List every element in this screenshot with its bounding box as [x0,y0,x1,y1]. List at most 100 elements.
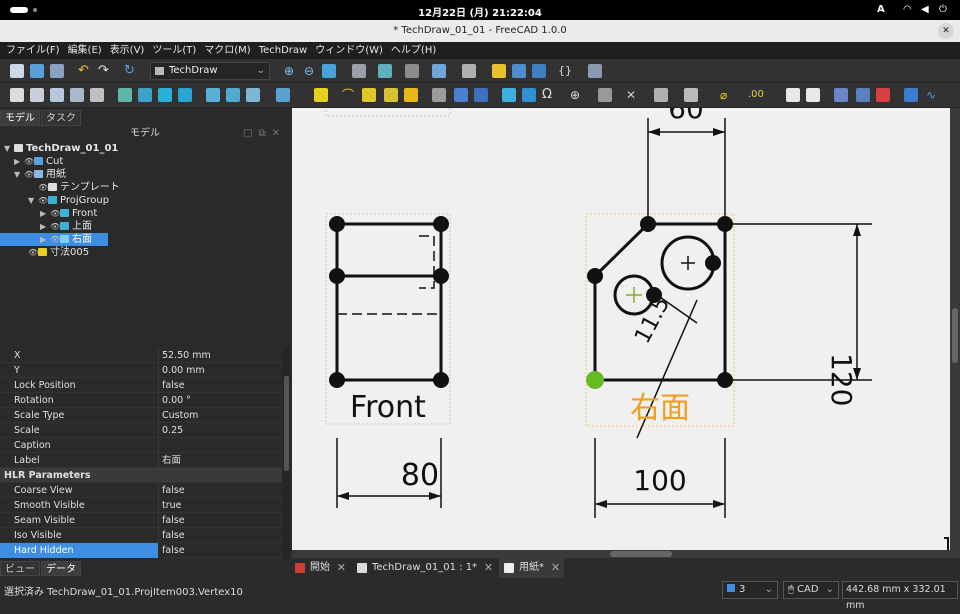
expanded-arrow-icon[interactable]: ▼ [14,168,24,181]
draw-style-icon[interactable] [378,64,392,78]
decimal-format-icon[interactable]: .00 [748,88,768,102]
tree-item-template[interactable]: 👁 テンプレート [38,181,120,194]
no-symbol-icon[interactable] [876,88,890,102]
tree-item-document[interactable]: ▼ TechDraw_01_01 [4,142,118,155]
prop-row-scale-type[interactable]: Scale Type Custom [0,408,282,423]
prop-group-hlr[interactable]: HLR Parameters [0,468,282,483]
front-view-label[interactable]: Front [350,390,426,425]
prop-value[interactable]: 0.00 ° [162,393,191,408]
selected-vertex-marker[interactable] [586,371,604,389]
prop-value[interactable]: false [162,543,185,558]
visibility-eye-icon[interactable]: 👁 [50,233,60,246]
prop-row-label[interactable]: Label 右面 [0,453,282,468]
right-view[interactable]: 11.5 右面 60 120 100 [585,108,872,518]
prop-value[interactable]: 右面 [162,453,181,468]
doc-tab-model[interactable]: TechDraw_01_01 : 1* ✕ [352,558,497,578]
dimension-text-100[interactable]: 100 [633,464,686,497]
tab-tasks[interactable]: タスク [41,110,81,126]
annotation-icon[interactable] [904,88,918,102]
collapsed-arrow-icon[interactable]: ▶ [40,220,50,233]
whats-this-icon[interactable] [588,64,602,78]
vertex-marker[interactable] [433,268,449,284]
centerline-icon[interactable] [474,88,488,102]
dimension-text-60[interactable]: 60 [668,108,704,125]
diameter-symbol-icon[interactable]: ⌀ [720,88,734,102]
midpoint-icon[interactable] [522,88,536,102]
length-dimension-icon[interactable] [314,88,328,102]
visibility-eye-icon[interactable]: 👁 [38,181,48,194]
tool-icon[interactable] [404,88,418,102]
menu-tools[interactable]: ツール(T) [152,42,196,59]
pin-icon[interactable] [462,64,476,78]
canvas-vertical-scrollbar[interactable] [950,108,960,550]
prop-value[interactable]: Custom [162,408,198,423]
bom-icon[interactable] [834,88,848,102]
angle-dimension-icon[interactable] [362,88,376,102]
vertex-marker[interactable] [329,372,345,388]
vertex-marker[interactable] [433,216,449,232]
prop-value[interactable]: 52.50 mm [162,348,211,363]
cosmetic-vertex-icon[interactable] [502,88,516,102]
line-style-icon[interactable] [684,88,698,102]
stack-icon[interactable] [276,88,290,102]
prop-row-caption[interactable]: Caption [0,438,282,453]
radius-dimension-icon[interactable]: ⌒ [342,88,356,102]
prop-row-hard-hidden[interactable]: Hard Hidden false [0,543,282,558]
prop-value[interactable]: false [162,528,185,543]
prop-row-iso[interactable]: Iso Visible false [0,528,282,543]
open-document-icon[interactable] [30,64,44,78]
dimension-text-80[interactable]: 80 [401,458,439,493]
prop-row-scale[interactable]: Scale 0.25 [0,423,282,438]
menu-macro[interactable]: マクロ(M) [204,42,250,59]
visibility-eye-icon[interactable]: 👁 [24,155,34,168]
front-hidden-hole[interactable] [419,235,435,289]
leader-line-icon[interactable] [454,88,468,102]
right-view-label[interactable]: 右面 [630,391,690,426]
layer-selector[interactable]: 3 ⌄ [722,581,778,599]
view-cube-icon[interactable] [322,64,336,78]
std-views-icon[interactable] [405,64,419,78]
tree-item-cut[interactable]: ▶ 👁 Cut [14,155,63,168]
insert-page-icon[interactable] [10,88,24,102]
property-scrollbar[interactable] [283,348,290,560]
chart-icon[interactable] [856,88,870,102]
measure-icon[interactable] [432,64,446,78]
vertex-marker[interactable] [587,268,603,284]
tree-item-projgroup[interactable]: ▼ 👁 ProjGroup [28,194,109,207]
visibility-eye-icon[interactable]: 👁 [28,246,38,259]
prop-value[interactable]: 0.25 [162,423,183,438]
visibility-eye-icon[interactable]: 👁 [38,194,48,207]
prop-value[interactable]: false [162,483,185,498]
dimension-text-120[interactable]: 120 [825,353,858,406]
expanded-arrow-icon[interactable]: ▼ [28,194,38,207]
hatch-icon[interactable] [598,88,612,102]
tree-item-top[interactable]: ▶ 👁 上面 [40,220,92,233]
insert-template-icon[interactable] [30,88,44,102]
visibility-eye-icon[interactable]: 👁 [50,207,60,220]
vertex-marker[interactable] [329,268,345,284]
navigation-style-selector[interactable]: 🖱 CAD ⌄ [783,581,839,599]
prop-row-x[interactable]: X 52.50 mm [0,348,282,363]
front-outline[interactable] [335,222,443,382]
pen-icon[interactable] [654,88,668,102]
prop-value[interactable]: 0.00 mm [162,363,205,378]
tab-view[interactable]: ビュー [0,561,40,576]
box-select-icon[interactable] [352,64,366,78]
prop-row-coarse[interactable]: Coarse View false [0,483,282,498]
tree-item-page[interactable]: ▼ 👁 用紙 [14,168,66,181]
visibility-eye-icon[interactable]: 👁 [50,220,60,233]
tab-model[interactable]: モデル [0,110,40,126]
vertex-marker[interactable] [717,216,733,232]
system-clock[interactable]: 12月22日 (月) 21:22:04 [0,4,960,19]
broken-view-icon[interactable] [138,88,152,102]
expanded-arrow-icon[interactable]: ▼ [4,142,14,155]
prop-row-seam[interactable]: Seam Visible false [0,513,282,528]
new-document-icon[interactable] [10,64,24,78]
vertex-marker[interactable] [717,372,733,388]
insert-view-icon[interactable] [118,88,132,102]
prop-row-y[interactable]: Y 0.00 mm [0,363,282,378]
clip-group-icon[interactable] [246,88,260,102]
symbol-omega-icon[interactable]: Ω [542,88,556,102]
save-icon[interactable] [50,64,64,78]
balloon-icon[interactable] [432,88,446,102]
